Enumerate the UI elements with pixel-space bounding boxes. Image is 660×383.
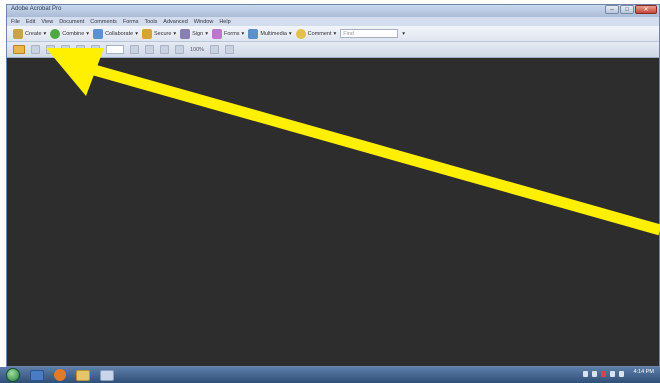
navigation-toolbar: 100% bbox=[7, 42, 659, 58]
taskbar-clock[interactable]: 4:14 PM bbox=[634, 369, 654, 375]
network-icon[interactable] bbox=[610, 371, 615, 377]
menu-comments[interactable]: Comments bbox=[90, 19, 117, 25]
collaborate-label: Collaborate bbox=[105, 30, 134, 37]
forms-icon bbox=[211, 28, 222, 39]
menu-bar: File Edit View Document Comments Forms T… bbox=[7, 17, 659, 26]
menu-edit[interactable]: Edit bbox=[26, 19, 35, 25]
multimedia-label: Multimedia bbox=[260, 30, 287, 37]
hand-tool-icon[interactable] bbox=[145, 45, 154, 54]
collaborate-button[interactable]: Collaborate ▾ bbox=[93, 28, 138, 39]
select-tool-icon[interactable] bbox=[130, 45, 139, 54]
taskbar: 4:14 PM bbox=[0, 367, 660, 383]
window-controls: – □ ✕ bbox=[605, 5, 657, 14]
lock-icon bbox=[141, 28, 152, 39]
zoom-in-icon[interactable] bbox=[175, 45, 184, 54]
save-icon[interactable] bbox=[31, 45, 40, 54]
secure-button[interactable]: Secure ▾ bbox=[141, 28, 176, 39]
folder-icon[interactable] bbox=[76, 369, 90, 381]
close-button[interactable]: ✕ bbox=[635, 5, 657, 14]
menu-forms[interactable]: Forms bbox=[123, 19, 139, 25]
email-icon[interactable] bbox=[61, 45, 70, 54]
next-page-icon[interactable] bbox=[91, 45, 100, 54]
menu-tools[interactable]: Tools bbox=[144, 19, 157, 25]
create-button[interactable]: Create ▾ bbox=[13, 28, 46, 39]
start-button[interactable] bbox=[6, 368, 20, 382]
tray-icon[interactable] bbox=[592, 371, 597, 377]
screenshot-frame: Adobe Acrobat Pro – □ ✕ File Edit View D… bbox=[0, 0, 660, 383]
open-folder-icon[interactable] bbox=[13, 45, 25, 54]
comment-button[interactable]: Comment ▾ bbox=[295, 28, 336, 39]
acrobat-taskbar-icon[interactable] bbox=[100, 369, 114, 381]
menu-window[interactable]: Window bbox=[194, 19, 214, 25]
tasks-toolbar: Create ▾ Combine ▾ Collaborate ▾ Secure ▾ Si… bbox=[7, 26, 659, 42]
volume-icon[interactable] bbox=[619, 371, 624, 377]
comment-label: Comment bbox=[307, 30, 332, 37]
combine-icon bbox=[50, 28, 61, 39]
zoom-level[interactable]: 100% bbox=[190, 47, 204, 53]
document-area[interactable] bbox=[7, 58, 659, 366]
collaborate-icon bbox=[93, 28, 104, 39]
tray-icon[interactable] bbox=[601, 371, 606, 377]
pen-icon bbox=[180, 28, 191, 39]
fit-page-icon[interactable] bbox=[210, 45, 220, 54]
create-label: Create bbox=[25, 30, 42, 37]
maximize-button[interactable]: □ bbox=[620, 5, 634, 14]
previous-page-icon[interactable] bbox=[76, 45, 85, 54]
title-bar[interactable]: Adobe Acrobat Pro – □ ✕ bbox=[7, 5, 659, 17]
clock-time: 4:14 PM bbox=[633, 369, 654, 375]
menu-file[interactable]: File bbox=[11, 19, 20, 25]
secure-label: Secure bbox=[153, 30, 172, 37]
forms-label: Forms bbox=[223, 30, 240, 37]
acrobat-window: Adobe Acrobat Pro – □ ✕ File Edit View D… bbox=[6, 4, 660, 367]
find-input[interactable]: Find bbox=[340, 29, 399, 38]
menu-document[interactable]: Document bbox=[59, 19, 84, 25]
find-dropdown-icon[interactable]: ▾ bbox=[402, 31, 405, 37]
combine-label: Combine bbox=[62, 30, 85, 37]
menu-advanced[interactable]: Advanced bbox=[163, 19, 187, 25]
sign-label: Sign bbox=[192, 30, 204, 37]
explorer-icon[interactable] bbox=[30, 369, 44, 381]
menu-view[interactable]: View bbox=[41, 19, 53, 25]
page-number-input[interactable] bbox=[106, 45, 124, 54]
sign-button[interactable]: Sign ▾ bbox=[180, 28, 208, 39]
combine-button[interactable]: Combine ▾ bbox=[50, 28, 89, 39]
tray-icon[interactable] bbox=[583, 371, 588, 377]
forms-button[interactable]: Forms ▾ bbox=[211, 28, 244, 39]
print-icon[interactable] bbox=[46, 45, 55, 54]
system-tray bbox=[583, 371, 624, 377]
menu-help[interactable]: Help bbox=[219, 19, 230, 25]
minimize-button[interactable]: – bbox=[605, 5, 619, 14]
multimedia-button[interactable]: Multimedia ▾ bbox=[248, 28, 292, 39]
comment-icon bbox=[295, 28, 306, 39]
multimedia-icon bbox=[248, 28, 259, 39]
window-title: Adobe Acrobat Pro bbox=[11, 6, 62, 12]
create-icon bbox=[13, 28, 23, 39]
browser-icon[interactable] bbox=[54, 369, 66, 381]
zoom-out-icon[interactable] bbox=[160, 45, 169, 54]
fit-width-icon[interactable] bbox=[225, 45, 235, 54]
